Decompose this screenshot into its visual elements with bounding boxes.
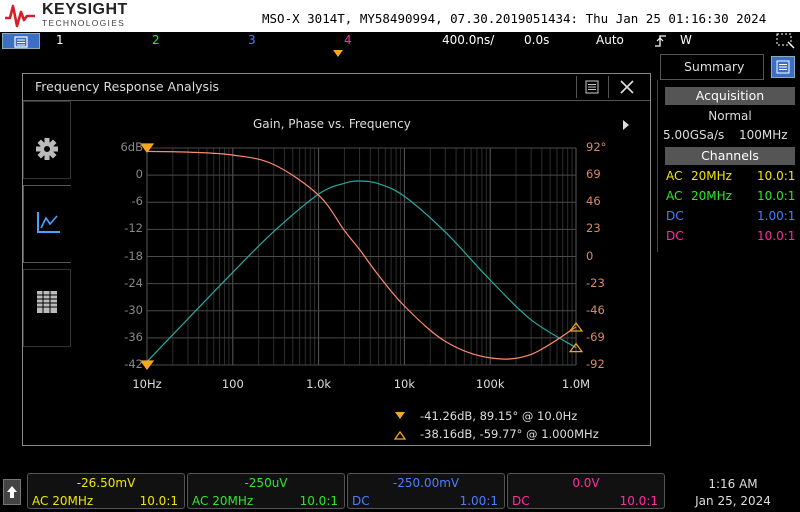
channel-bandwidth: 20MHz — [691, 169, 732, 183]
list-icon — [776, 60, 790, 74]
phase-tick-label: -69 — [586, 329, 605, 344]
channel-coupling: AC 20MHz — [192, 494, 254, 508]
timebase-readout[interactable]: 400.0ns/ — [442, 33, 494, 47]
acq-bandwidth: 100MHz — [739, 128, 788, 142]
gain-tick-label: -12 — [124, 221, 143, 236]
delay-readout[interactable]: 0.0s — [524, 33, 549, 47]
channel-3-box[interactable]: -250.00mV DC 1.00:1 — [347, 473, 505, 509]
channel-attenuation: 10.0:1 — [757, 169, 796, 183]
trigger-edge-icon — [655, 35, 666, 47]
gain-tick-label: -42 — [124, 357, 143, 371]
fra-window: Frequency Response Analysis Gain, Phase … — [22, 73, 651, 446]
gain-tick-label: 0 — [135, 167, 143, 182]
channel-offset: 0.0V — [572, 476, 600, 490]
summary-panel — [657, 80, 800, 252]
cursor1-readout: -41.26dB, 89.15° @ 10.0Hz — [420, 409, 578, 423]
cursor2-marker-icon — [393, 430, 407, 440]
summary-menu-button[interactable] — [771, 56, 795, 78]
footer-expand-button[interactable] — [3, 479, 21, 505]
gain-tick-label: -24 — [124, 275, 143, 290]
gain-tick-label: -18 — [124, 248, 143, 263]
channel-attenuation: 10.0:1 — [299, 494, 338, 508]
channel-attenuation: 10.0:1 — [757, 229, 796, 243]
trigger-source[interactable]: W — [680, 33, 692, 47]
phase-trace — [146, 150, 577, 360]
brand-name: KEYSIGHT — [42, 1, 128, 18]
channel-2-box[interactable]: -250uV AC 20MHz 10.0:1 — [187, 473, 345, 509]
phase-tick-label: 69 — [586, 167, 601, 182]
phase-tick-label: 46 — [586, 194, 601, 209]
channel-offset: -26.50mV — [76, 476, 136, 490]
phase-tick-label: 23 — [586, 221, 601, 236]
channel-coupling: DC — [352, 494, 370, 508]
brand-subtitle: TECHNOLOGIES — [42, 18, 126, 28]
trigger-mode[interactable]: Auto — [596, 33, 624, 47]
channel-attenuation: 1.00:1 — [459, 494, 498, 508]
frequency-tick-label: 1.0k — [306, 377, 332, 391]
channel-1-box[interactable]: -26.50mV AC 20MHz 10.0:1 — [27, 473, 185, 509]
channel-4-box[interactable]: 0.0V DC 10.0:1 — [507, 473, 665, 509]
gain-tick-label: 6dB — [120, 140, 143, 154]
gain-tick-label: -6 — [131, 194, 143, 209]
channel-coupling: AC — [666, 189, 683, 203]
acq-rate: 5.00GSa/s — [663, 128, 725, 142]
acq-mode: Normal — [708, 109, 752, 123]
acquisition-header[interactable]: Acquisition — [665, 87, 795, 105]
gain-tick-label: -36 — [124, 329, 143, 344]
channel-4-indicator[interactable]: 4 — [344, 33, 352, 47]
channel-attenuation: 10.0:1 — [619, 494, 658, 508]
phase-tick-label: 92° — [586, 140, 607, 154]
keysight-logo-icon — [5, 4, 35, 28]
phase-tick-label: -46 — [586, 302, 605, 317]
channels-header[interactable]: Channels — [665, 147, 795, 165]
channel-coupling: AC 20MHz — [32, 494, 94, 508]
channel-attenuation: 1.00:1 — [757, 209, 796, 223]
channel-attenuation: 10.0:1 — [757, 189, 796, 203]
channel-offset: -250uV — [244, 476, 288, 490]
menu-icon — [14, 36, 28, 48]
instrument-title: MSO-X 3014T, MY58490994, 07.30.201905143… — [262, 11, 767, 26]
channel-bandwidth: 20MHz — [691, 189, 732, 203]
channel-3-indicator[interactable]: 3 — [248, 33, 256, 47]
cursor1-marker-icon — [395, 412, 405, 419]
cursor2-readout: -38.16dB, -59.77° @ 1.000MHz — [420, 427, 599, 441]
main-menu-button[interactable] — [2, 33, 40, 49]
channel-attenuation: 10.0:1 — [139, 494, 178, 508]
phase-tick-label: -23 — [586, 275, 605, 290]
clock-time: 1:16 AM — [708, 477, 758, 491]
channel-2-indicator[interactable]: 2 — [152, 33, 160, 47]
arrow-up-icon — [7, 486, 17, 498]
header-bar: KEYSIGHT TECHNOLOGIES MSO-X 3014T, MY584… — [0, 0, 800, 32]
phase-tick-label: 0 — [586, 248, 594, 263]
channel-coupling: AC — [666, 169, 683, 183]
channel-offset: -250.00mV — [392, 476, 460, 490]
frequency-tick-label: 10k — [393, 377, 416, 391]
phase-tick-label: -92 — [586, 357, 605, 371]
summary-tab-label: Summary — [684, 59, 745, 74]
frequency-tick-label: 100 — [221, 377, 244, 391]
channel-coupling: DC — [666, 229, 684, 243]
channel-coupling: DC — [512, 494, 530, 508]
gain-tick-label: -30 — [124, 302, 143, 317]
clock-date: Jan 25, 2024 — [695, 494, 771, 508]
frequency-tick-label: 100k — [475, 377, 505, 391]
frequency-tick-label: 10Hz — [132, 377, 162, 391]
gain-trace — [146, 180, 577, 363]
channel-coupling: DC — [666, 209, 684, 223]
channel-1-indicator[interactable]: 1 — [56, 33, 64, 47]
frequency-tick-label: 1.0M — [561, 377, 591, 391]
zoom-region-icon[interactable] — [776, 33, 796, 49]
trigger-position-marker[interactable] — [333, 50, 343, 57]
